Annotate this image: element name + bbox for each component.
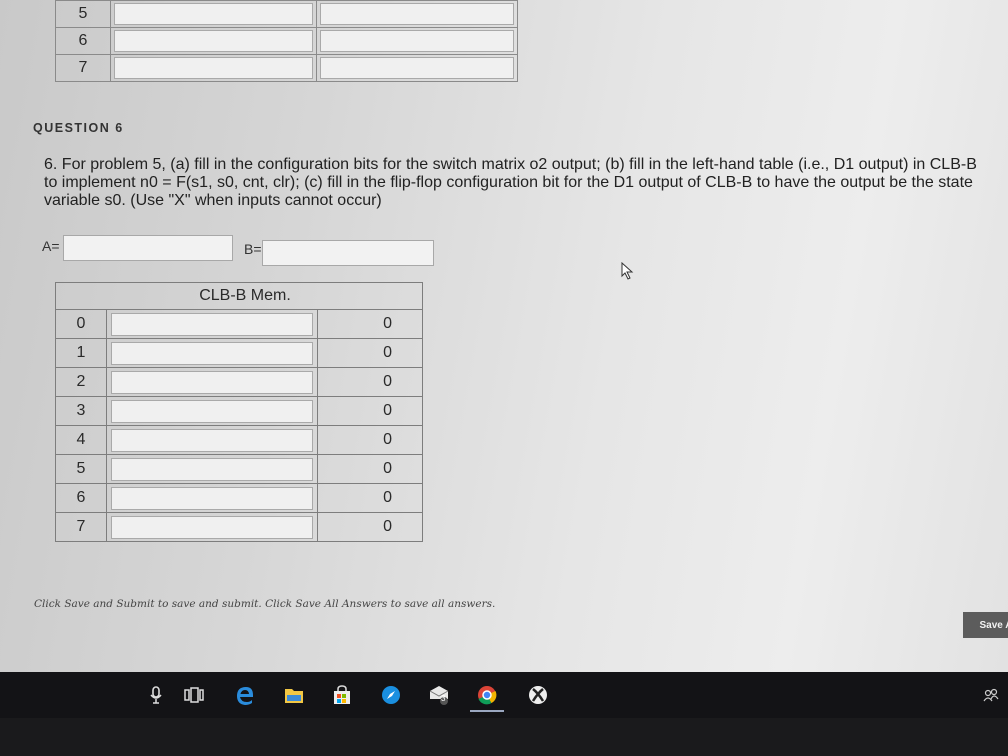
clb-b-mem-table: CLB-B Mem. 0 0 1 0 2 0 3 0 4 0 5 0 6 0 7… xyxy=(55,282,423,542)
answer-input[interactable] xyxy=(111,370,313,394)
row-index: 3 xyxy=(55,396,107,426)
row-value: 0 xyxy=(317,367,423,397)
row-index: 5 xyxy=(55,454,107,484)
a-input[interactable] xyxy=(63,235,233,261)
row-index: 0 xyxy=(55,309,107,339)
answer-input[interactable] xyxy=(111,486,313,510)
previous-question-table: 5 6 7 xyxy=(55,0,518,82)
edge-browser-icon[interactable] xyxy=(234,684,256,706)
table-row: 0 0 xyxy=(55,309,423,339)
a-label: A= xyxy=(42,238,60,254)
row-index: 4 xyxy=(55,425,107,455)
table-row: 5 0 xyxy=(55,454,423,484)
mouse-cursor-icon xyxy=(621,262,634,280)
table-row: 3 0 xyxy=(55,396,423,426)
table-row: 1 0 xyxy=(55,338,423,368)
mail-badge: 3 xyxy=(441,694,446,703)
table-row: 6 0 xyxy=(55,483,423,513)
answer-input[interactable] xyxy=(111,457,313,481)
answer-input[interactable] xyxy=(111,312,313,336)
row-value: 0 xyxy=(317,309,423,339)
row-index: 6 xyxy=(55,27,111,55)
answer-input[interactable] xyxy=(114,3,313,25)
answer-input[interactable] xyxy=(320,30,514,52)
active-app-indicator xyxy=(470,710,504,712)
browser-content: 5 6 7 QUESTION 6 6. For problem 5, (a) f… xyxy=(0,0,1008,672)
row-index: 5 xyxy=(55,0,111,28)
table-row: 4 0 xyxy=(55,425,423,455)
row-value: 0 xyxy=(317,483,423,513)
question-text: 6. For problem 5, (a) fill in the config… xyxy=(44,156,977,209)
answer-input[interactable] xyxy=(111,428,313,452)
answer-input[interactable] xyxy=(320,57,514,79)
row-value: 0 xyxy=(317,396,423,426)
store-icon[interactable] xyxy=(331,684,353,706)
answer-input[interactable] xyxy=(320,3,514,25)
row-index: 1 xyxy=(55,338,107,368)
mail-icon[interactable]: 3 xyxy=(428,684,450,706)
table-row: 5 xyxy=(55,0,518,28)
row-value: 0 xyxy=(317,338,423,368)
row-index: 7 xyxy=(55,54,111,82)
save-instructions: Click Save and Submit to save and submit… xyxy=(34,598,496,610)
row-value: 0 xyxy=(317,454,423,484)
table-header: CLB-B Mem. xyxy=(55,282,423,310)
answer-input[interactable] xyxy=(114,57,313,79)
answer-input[interactable] xyxy=(111,399,313,423)
file-explorer-icon[interactable] xyxy=(283,684,305,706)
row-index: 6 xyxy=(55,483,107,513)
row-index: 2 xyxy=(55,367,107,397)
microphone-icon[interactable] xyxy=(145,684,167,706)
table-row: 2 0 xyxy=(55,367,423,397)
table-row: 7 xyxy=(55,54,518,82)
answer-input[interactable] xyxy=(114,30,313,52)
row-index: 7 xyxy=(55,512,107,542)
xbox-icon[interactable] xyxy=(527,684,549,706)
answer-input[interactable] xyxy=(111,515,313,539)
safari-icon[interactable] xyxy=(380,684,402,706)
b-input[interactable] xyxy=(262,240,434,266)
row-value: 0 xyxy=(317,512,423,542)
save-all-answers-button[interactable]: Save A xyxy=(963,612,1008,638)
question-label: QUESTION 6 xyxy=(33,121,124,135)
table-row: 7 0 xyxy=(55,512,423,542)
answer-input[interactable] xyxy=(111,341,313,365)
table-row: 6 xyxy=(55,27,518,55)
row-value: 0 xyxy=(317,425,423,455)
task-view-icon[interactable] xyxy=(183,684,205,706)
chrome-icon[interactable] xyxy=(476,684,498,706)
b-label: B= xyxy=(244,241,262,257)
people-icon[interactable] xyxy=(980,684,1002,706)
